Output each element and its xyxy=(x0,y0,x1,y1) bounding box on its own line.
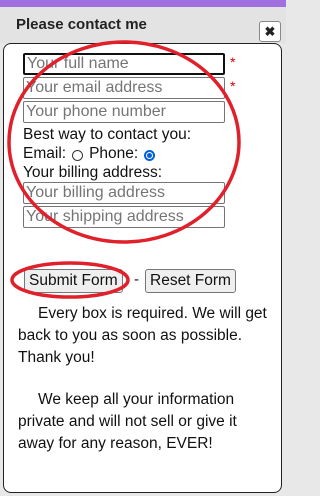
window-top-accent xyxy=(0,0,286,7)
email-option-label: Email: xyxy=(23,145,67,162)
reset-button[interactable]: Reset Form xyxy=(145,269,236,293)
submit-button[interactable]: Submit Form xyxy=(24,269,123,293)
contact-form-panel: * * Best way to contact you: Email: Phon… xyxy=(3,43,282,493)
contact-method-label: Best way to contact you: xyxy=(23,126,192,143)
close-button[interactable]: ✖ xyxy=(259,21,281,42)
required-marker-email: * xyxy=(230,78,236,94)
dialog-title: Please contact me xyxy=(16,16,147,33)
full-name-input[interactable] xyxy=(23,53,225,75)
privacy-notice: We keep all your information private and… xyxy=(18,391,237,452)
dialog-titlebar: Please contact me xyxy=(0,7,286,43)
phone-option-label: Phone: xyxy=(89,145,139,162)
phone-radio[interactable] xyxy=(144,149,156,161)
billing-address-input[interactable] xyxy=(23,182,225,204)
button-separator: - xyxy=(134,271,139,288)
email-radio[interactable] xyxy=(72,149,84,161)
required-marker-name: * xyxy=(230,54,236,70)
email-input[interactable] xyxy=(23,77,225,99)
shipping-address-input[interactable] xyxy=(23,206,225,228)
billing-address-label: Your billing address: xyxy=(23,164,163,181)
contact-method-options: Email: Phone: xyxy=(23,145,161,163)
phone-input[interactable] xyxy=(23,101,225,123)
required-notice: Every box is required. We will get back … xyxy=(18,305,267,366)
